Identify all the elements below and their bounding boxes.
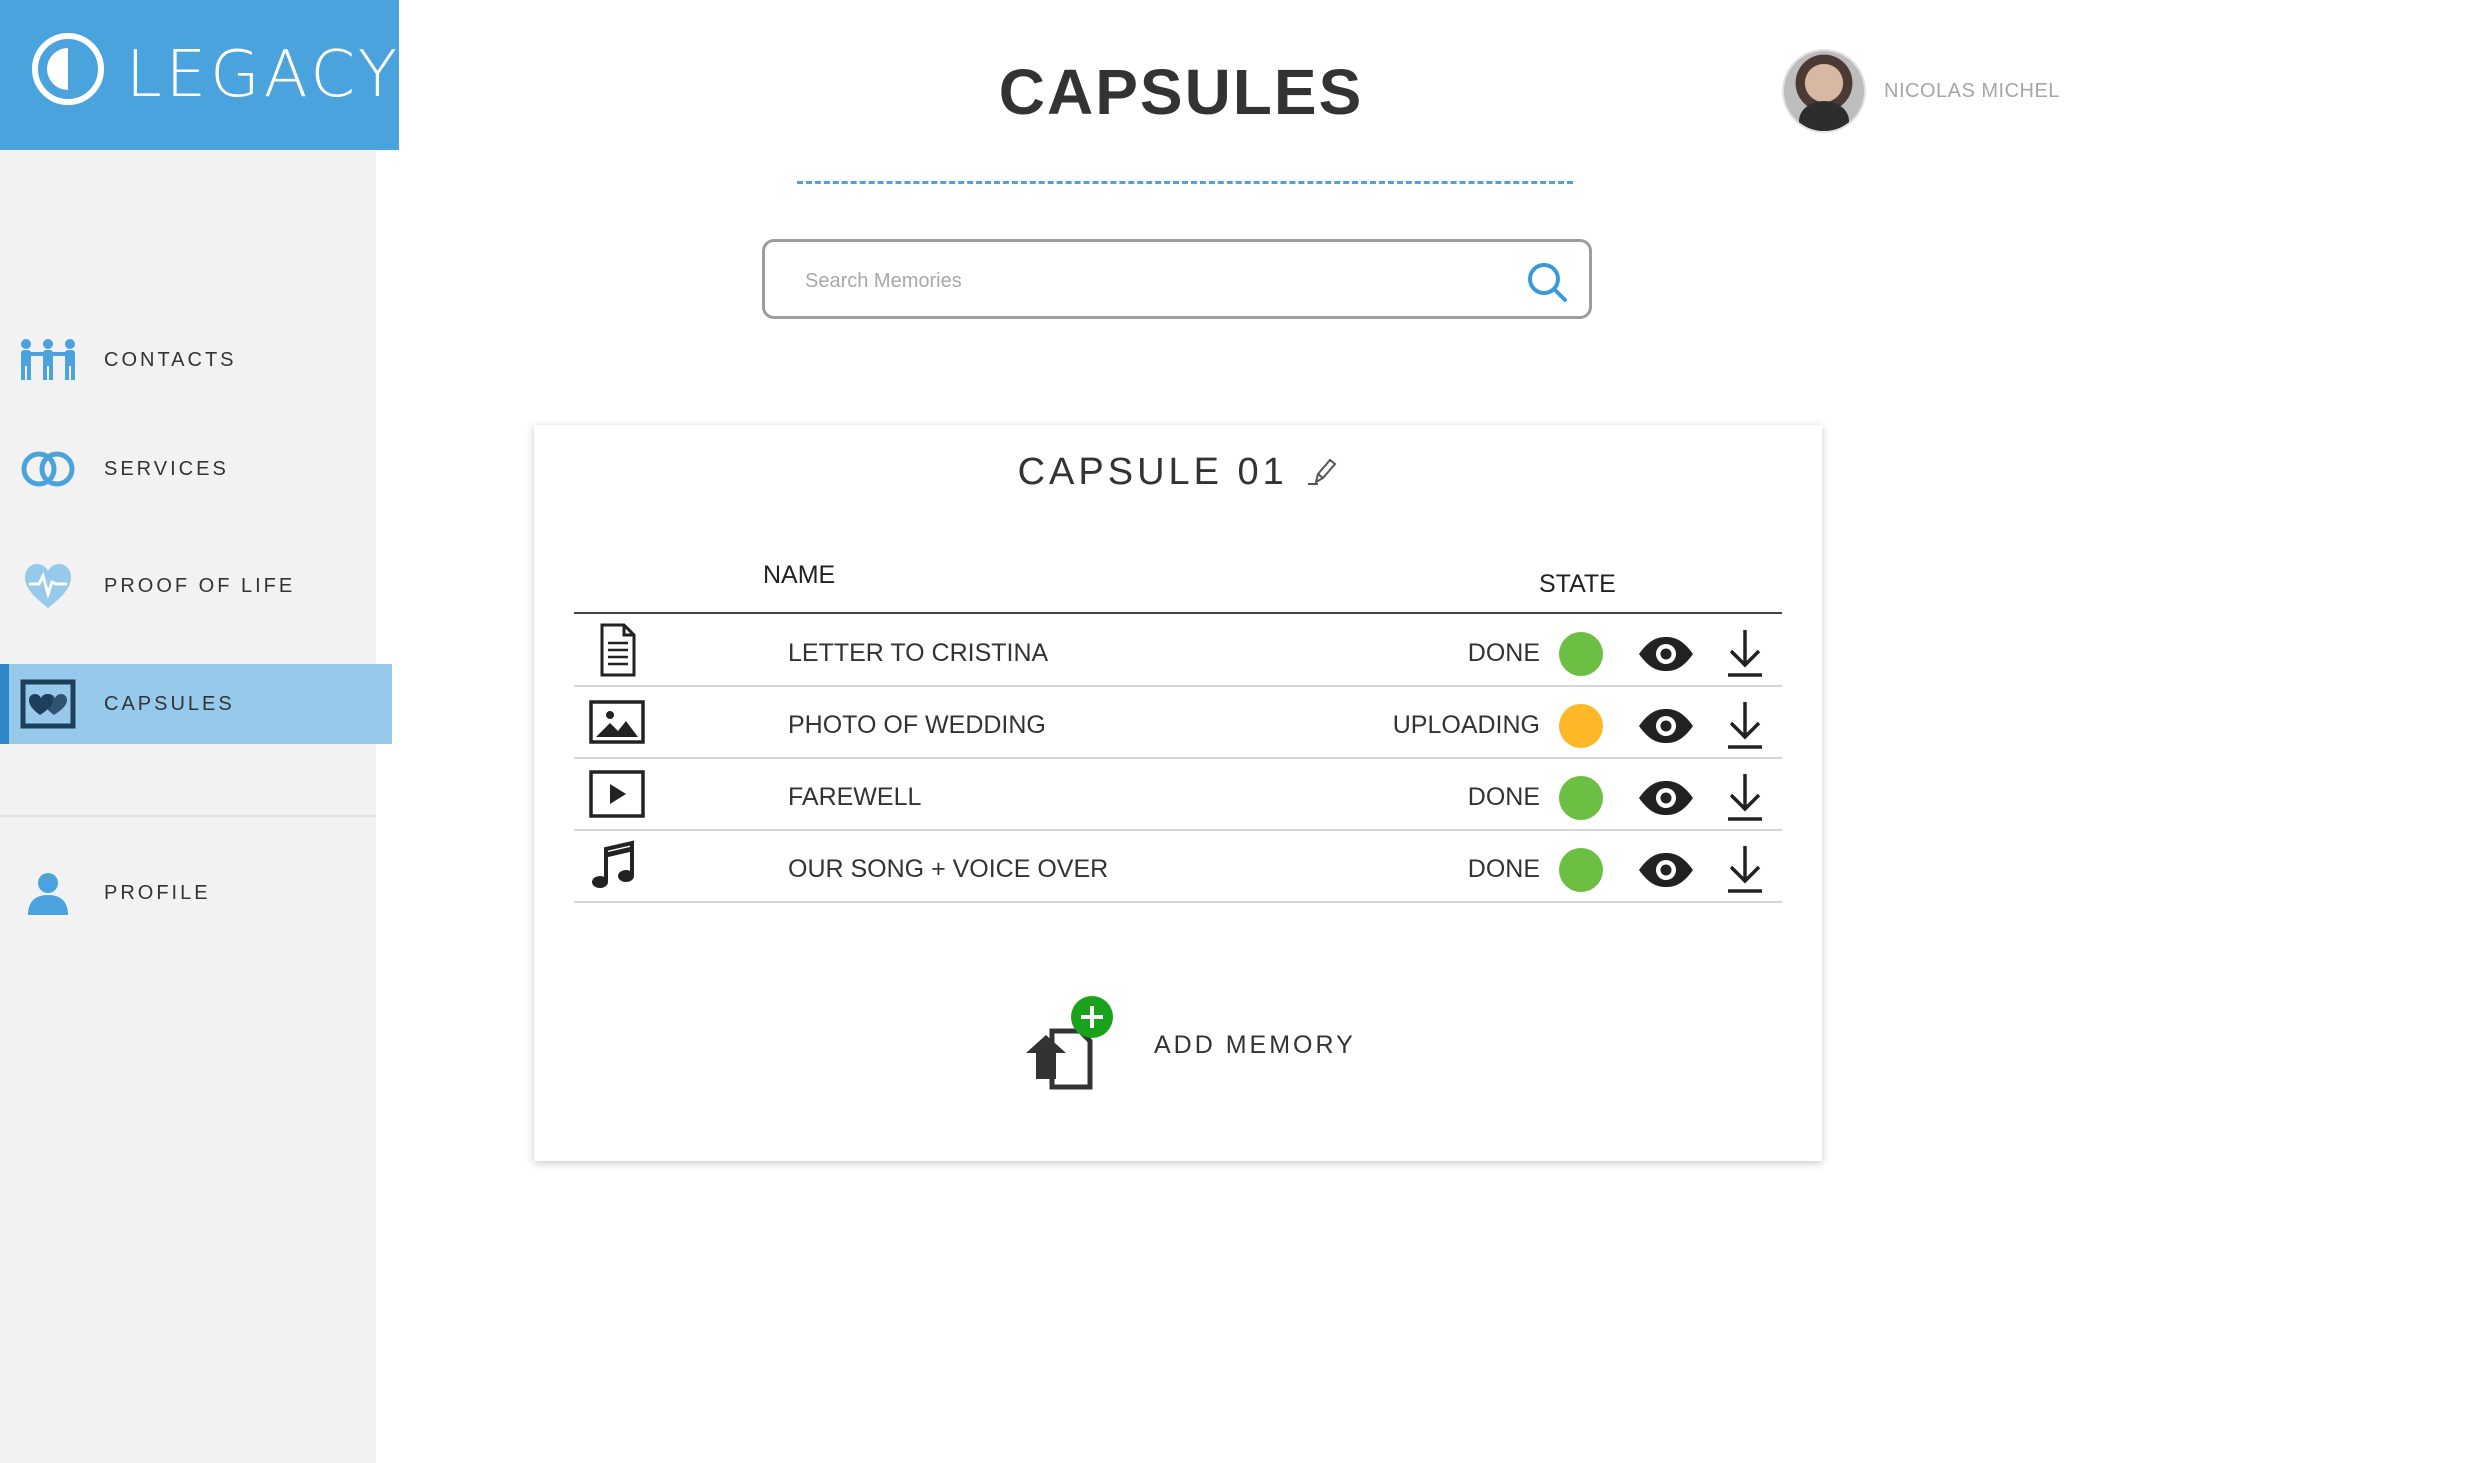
status-dot	[1559, 704, 1603, 748]
add-memory-label: ADD MEMORY	[1154, 1030, 1356, 1059]
edit-pencil-icon[interactable]	[1308, 453, 1338, 485]
memory-name: FAREWELL	[788, 783, 922, 811]
eye-icon[interactable]	[1637, 850, 1695, 890]
column-header-state[interactable]: STATE	[1539, 570, 1616, 599]
capsule-card: CAPSULE 01 NAME STATE LETTER TO CRISTINA…	[534, 425, 1822, 1161]
eye-icon[interactable]	[1637, 778, 1695, 818]
memory-name: LETTER TO CRISTINA	[788, 639, 1049, 667]
sidebar-item-label: CAPSULES	[104, 692, 235, 715]
image-icon	[588, 693, 646, 751]
search-input[interactable]	[803, 262, 1487, 300]
title-divider	[797, 181, 1573, 184]
document-icon	[588, 621, 646, 679]
memory-state: DONE	[1467, 639, 1540, 667]
download-icon[interactable]	[1724, 843, 1766, 895]
rings-icon	[16, 437, 80, 501]
sidebar-item-capsules[interactable]: CAPSULES	[0, 664, 392, 744]
memory-state: DONE	[1467, 783, 1540, 811]
sidebar-item-profile[interactable]: PROFILE	[0, 853, 392, 933]
download-icon[interactable]	[1724, 771, 1766, 823]
upload-file-icon	[1024, 995, 1124, 1095]
video-icon	[588, 765, 646, 823]
sidebar-item-label: SERVICES	[104, 457, 229, 480]
status-dot	[1559, 848, 1603, 892]
search-box	[762, 239, 1592, 319]
table-row[interactable]: OUR SONG + VOICE OVER DONE	[574, 831, 1782, 903]
sidebar-item-label: CONTACTS	[104, 348, 237, 371]
user-icon	[16, 861, 80, 925]
sidebar-item-proof-of-life[interactable]: PROOF OF LIFE	[0, 546, 392, 626]
eye-icon[interactable]	[1637, 634, 1695, 674]
eye-icon[interactable]	[1637, 706, 1695, 746]
table-row[interactable]: LETTER TO CRISTINA DONE	[574, 615, 1782, 687]
download-icon[interactable]	[1724, 699, 1766, 751]
table-row[interactable]: PHOTO OF WEDDING UPLOADING	[574, 687, 1782, 759]
search-icon[interactable]	[1525, 260, 1569, 304]
sidebar-item-contacts[interactable]: CONTACTS	[0, 320, 392, 400]
memory-state: DONE	[1467, 855, 1540, 883]
capsule-title: CAPSULE 01	[534, 451, 1822, 494]
avatar[interactable]	[1782, 49, 1866, 133]
status-dot	[1559, 776, 1603, 820]
capsule-heart-icon	[16, 672, 80, 736]
table-row[interactable]: FAREWELL DONE	[574, 759, 1782, 831]
status-dot	[1559, 632, 1603, 676]
user-name: NICOLAS MICHEL	[1884, 79, 2060, 102]
memory-name: OUR SONG + VOICE OVER	[788, 855, 1109, 883]
sidebar-divider	[0, 815, 376, 817]
memory-state: UPLOADING	[1392, 711, 1540, 739]
memory-name: PHOTO OF WEDDING	[788, 711, 1046, 739]
music-icon	[588, 837, 646, 895]
sidebar-item-label: PROFILE	[104, 881, 211, 904]
contacts-icon	[16, 328, 80, 392]
sidebar-item-label: PROOF OF LIFE	[104, 574, 296, 597]
table-header-divider	[574, 612, 1782, 614]
sidebar-item-services[interactable]: SERVICES	[0, 429, 392, 509]
heartbeat-icon	[16, 554, 80, 618]
user-menu[interactable]: NICOLAS MICHEL	[1782, 49, 2060, 133]
capsule-title-text: CAPSULE 01	[1017, 451, 1288, 493]
column-header-name[interactable]: NAME	[763, 561, 835, 590]
add-memory-button[interactable]: ADD MEMORY	[1024, 995, 1356, 1095]
download-icon[interactable]	[1724, 627, 1766, 679]
